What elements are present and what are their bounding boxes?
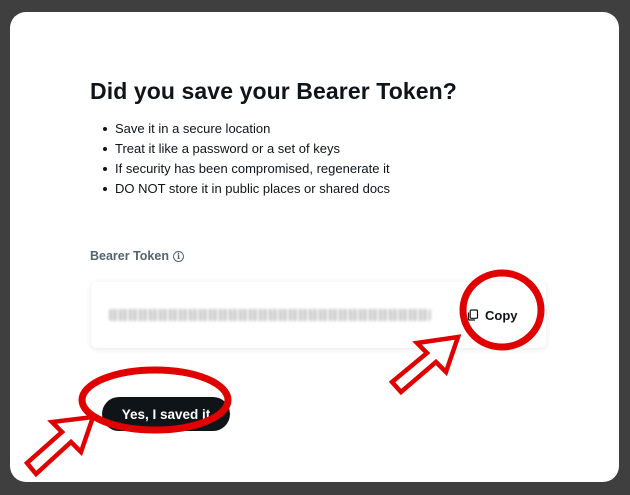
yes-i-saved-it-button[interactable]: Yes, I saved it <box>102 397 230 431</box>
token-value-masked[interactable]: ••••••••••••••••••••••••••••••••••••••••… <box>109 309 431 321</box>
token-field: ••••••••••••••••••••••••••••••••••••••••… <box>91 282 546 348</box>
tip-item: Treat it like a password or a set of key… <box>102 139 390 159</box>
bearer-token-label: Bearer Token i <box>90 249 184 263</box>
tip-item: DO NOT store it in public places or shar… <box>102 179 390 199</box>
security-tips-list: Save it in a secure location Treat it li… <box>102 119 390 199</box>
copy-button-label: Copy <box>485 307 518 323</box>
bearer-token-dialog: Did you save your Bearer Token? Save it … <box>10 12 619 482</box>
tip-item: Save it in a secure location <box>102 119 390 139</box>
dialog-title: Did you save your Bearer Token? <box>90 78 457 104</box>
screen: Did you save your Bearer Token? Save it … <box>0 0 630 495</box>
copy-icon <box>467 309 479 321</box>
copy-button[interactable]: Copy <box>467 304 518 326</box>
bearer-token-label-text: Bearer Token <box>90 249 169 263</box>
tip-item: If security has been compromised, regene… <box>102 159 390 179</box>
info-circle-icon[interactable]: i <box>172 250 184 262</box>
